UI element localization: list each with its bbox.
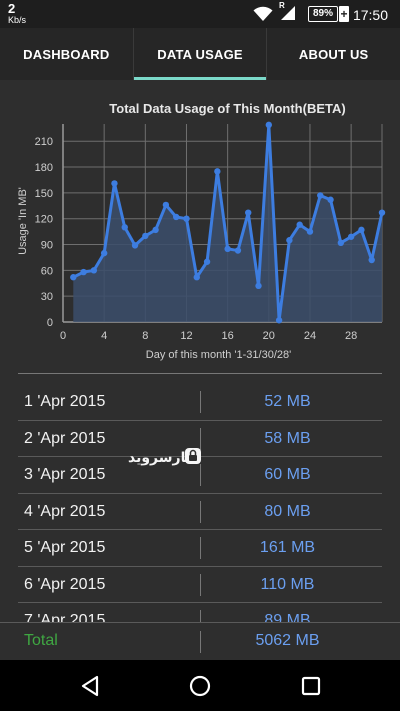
charging-icon: + [339, 6, 349, 22]
data-point [121, 224, 128, 231]
table-row: 4 'Apr 2015 80 MB [0, 494, 400, 530]
data-point [327, 196, 334, 203]
table-row: 5 'Apr 2015 161 MB [0, 530, 400, 567]
data-point [183, 215, 190, 222]
y-tick-label: 90 [41, 240, 53, 252]
table-row: 7 'Apr 2015 89 MB [0, 603, 400, 622]
watermark-logo: فارسروید [128, 447, 202, 471]
network-speed-unit: Kb/s [8, 15, 27, 25]
table-divider [18, 373, 382, 374]
x-tick-label: 4 [101, 330, 107, 342]
data-point [296, 221, 303, 228]
table-row: 6 'Apr 2015 110 MB [0, 567, 400, 603]
status-bar: 2 Kb/s R 89% + 17:50 [0, 0, 400, 28]
x-tick-label: 20 [263, 330, 275, 342]
data-point [131, 242, 139, 249]
tab-bar: DASHBOARD DATA USAGE ABOUT US [0, 28, 400, 80]
data-point [358, 226, 365, 234]
data-point [275, 317, 283, 324]
y-axis-label: Usage 'In MB' [17, 187, 29, 255]
data-point [162, 201, 170, 209]
y-tick-label: 150 [35, 188, 53, 200]
total-row: Total 5062 MB [0, 622, 400, 661]
y-tick-label: 0 [47, 317, 53, 329]
data-point [378, 209, 386, 216]
data-point [90, 267, 98, 274]
data-point [337, 239, 345, 246]
recents-icon[interactable] [299, 674, 323, 698]
data-point [214, 168, 221, 175]
row-date: 4 'Apr 2015 [24, 502, 106, 520]
data-point [245, 209, 252, 216]
row-date: 1 'Apr 2015 [24, 393, 106, 410]
usage-chart: 0 30 60 90 120 150 180 210 0 4 8 12 16 20 24 28 Total Da… [0, 80, 400, 370]
data-point [255, 282, 262, 290]
data-point [152, 226, 159, 234]
row-usage: 161 MB [259, 539, 316, 556]
row-usage: 80 MB [264, 502, 311, 520]
home-icon[interactable] [188, 674, 212, 698]
x-tick-label: 28 [345, 330, 357, 342]
data-point [70, 274, 77, 281]
x-tick-label: 16 [222, 330, 234, 342]
battery-percent: 89% [312, 8, 333, 19]
battery-icon: 89% + [308, 6, 350, 22]
x-tick-label: 8 [142, 330, 148, 342]
tab-dashboard[interactable]: DASHBOARD [0, 28, 133, 80]
x-axis-label: Day of this month '1-31/30/28' [146, 349, 291, 361]
network-speed-value: 2 [8, 1, 16, 16]
row-usage: 52 MB [264, 393, 311, 410]
y-tick-label: 30 [41, 291, 53, 303]
clock: 17:50 [352, 7, 388, 23]
x-tick-label: 0 [60, 330, 66, 342]
data-point [306, 228, 314, 235]
data-point [234, 247, 242, 254]
usage-chart-svg: 0 30 60 90 120 150 180 210 0 4 8 12 16 20 24 28 Total Da… [17, 101, 386, 361]
total-value: 5062 MB [255, 632, 320, 649]
row-usage: 60 MB [264, 466, 311, 483]
y-tick-label: 210 [35, 136, 53, 148]
data-point [193, 274, 200, 281]
chart-title: Total Data Usage of This Month(BETA) [109, 101, 345, 116]
lock-icon [185, 448, 201, 464]
row-usage: 110 MB [260, 575, 315, 593]
data-point [80, 268, 87, 276]
data-point [172, 213, 180, 221]
table-row: 1 'Apr 2015 52 MB [0, 384, 400, 421]
tab-data-usage[interactable]: DATA USAGE [132, 28, 267, 80]
row-date: 3 'Apr 2015 [24, 466, 106, 483]
row-date: 2 'Apr 2015 [24, 429, 106, 447]
x-tick-label: 12 [180, 330, 192, 342]
data-point [368, 256, 375, 264]
signal-icon [281, 6, 295, 20]
network-speed: 2 Kb/s [8, 2, 26, 25]
y-tick-label: 60 [41, 265, 53, 277]
data-point [100, 249, 108, 257]
data-point [317, 192, 324, 199]
y-tick-label: 180 [35, 162, 53, 174]
y-tick-label: 120 [35, 214, 53, 226]
data-point [265, 121, 273, 129]
row-usage: 58 MB [264, 429, 311, 447]
row-usage: 89 MB [264, 612, 311, 622]
total-label: Total [24, 632, 58, 649]
usage-table: 1 'Apr 2015 52 MB 2 'Apr 2015 58 MB 3 'Apr 2… [0, 384, 400, 622]
row-date: 7 'Apr 2015 [24, 612, 106, 622]
navigation-bar [0, 660, 400, 711]
data-point [142, 232, 149, 240]
x-tick-label: 24 [304, 330, 316, 342]
data-point [286, 237, 293, 244]
row-date: 5 'Apr 2015 [24, 539, 106, 556]
wifi-icon [253, 6, 273, 21]
data-point [224, 245, 231, 253]
back-icon[interactable] [78, 674, 102, 698]
row-date: 6 'Apr 2015 [24, 575, 106, 593]
data-point [347, 233, 355, 240]
data-point [203, 258, 211, 265]
data-point [111, 180, 118, 187]
tab-about-us[interactable]: ABOUT US [266, 28, 400, 80]
